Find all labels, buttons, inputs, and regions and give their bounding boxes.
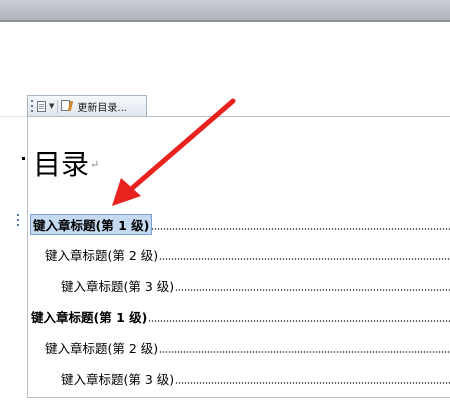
toc-entry-text: 键入章标题(第 1 级)	[29, 214, 153, 235]
toc-entry-text: 键入章标题(第 1 级)	[31, 307, 149, 326]
toc-entry-text: 键入章标题(第 2 级)	[45, 245, 160, 264]
arrow-shaft	[127, 98, 236, 193]
toc-entry-text: 键入章标题(第 2 级)	[45, 338, 160, 357]
toc-entry-text: 键入章标题(第 3 级)	[61, 369, 176, 388]
toc-entry-text: 键入章标题(第 3 级)	[61, 276, 176, 295]
